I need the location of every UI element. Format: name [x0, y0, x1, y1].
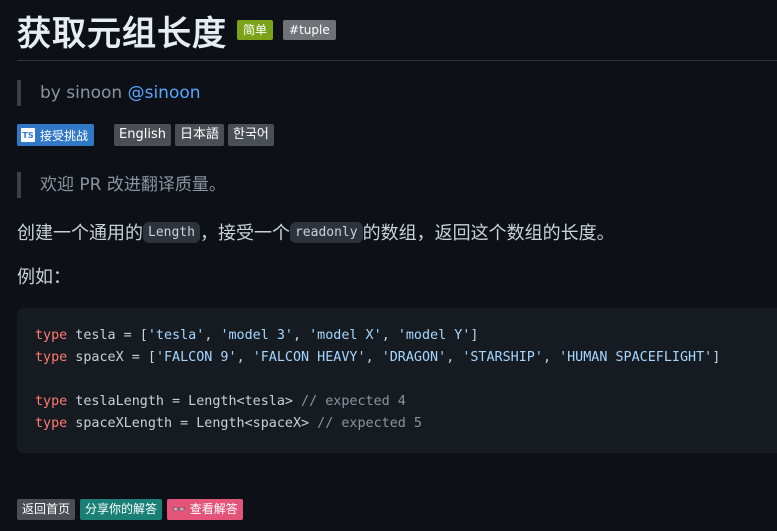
title-row: 获取元组长度 简单 #tuple [17, 8, 336, 54]
lang-korean-button[interactable]: 한국어 [227, 124, 274, 146]
back-home-button[interactable]: 返回首页 [17, 499, 76, 520]
accept-challenge-label: 接受挑战 [40, 128, 89, 143]
author-line: by sinoon @sinoon [17, 80, 201, 106]
footer-actions: 返回首页 分享你的解答 👓 查看解答 [17, 499, 248, 520]
code-line: type spaceXLength = Length<spaceX> // ex… [35, 416, 422, 431]
title-divider [17, 60, 777, 61]
inline-code-length: Length [143, 221, 200, 243]
inline-code-readonly: readonly [289, 221, 363, 243]
glasses-icon: 👓 [172, 503, 186, 516]
code-line: type teslaLength = Length<tesla> // expe… [35, 394, 406, 409]
description-text-2: ，接受一个 [199, 223, 290, 244]
code-block: type tesla = ['tesla', 'model 3', 'model… [17, 308, 777, 453]
code-line: type tesla = ['tesla', 'model 3', 'model… [35, 328, 479, 343]
code-line: type spaceX = ['FALCON 9', 'FALCON HEAVY… [35, 350, 721, 365]
challenge-page: 获取元组长度 简单 #tuple by sinoon @sinoon TS 接受… [0, 0, 777, 531]
description-text-1: 创建一个通用的 [17, 223, 143, 244]
difficulty-badge: 简单 [237, 20, 274, 40]
lang-english-button[interactable]: English [114, 124, 171, 146]
author-link[interactable]: @sinoon [128, 83, 201, 103]
view-solutions-label: 查看解答 [189, 502, 238, 516]
author-prefix: by sinoon [40, 83, 123, 103]
typescript-icon: TS [21, 128, 35, 142]
view-solutions-button[interactable]: 👓 查看解答 [167, 499, 243, 520]
description-text-3: 的数组，返回这个数组的长度。 [362, 223, 615, 244]
action-row: TS 接受挑战 English 日本語 한국어 [17, 124, 274, 146]
example-label: 例如： [17, 267, 71, 288]
description: 创建一个通用的 Length ，接受一个 readonly 的数组，返回这个数组… [17, 218, 615, 246]
translation-notice: 欢迎 PR 改进翻译质量。 [17, 172, 226, 198]
share-solution-button[interactable]: 分享你的解答 [80, 499, 163, 520]
page-title: 获取元组长度 [17, 13, 227, 54]
lang-japanese-button[interactable]: 日本語 [174, 124, 224, 146]
tag-badge[interactable]: #tuple [283, 20, 336, 40]
accept-challenge-button[interactable]: TS 接受挑战 [17, 124, 95, 146]
